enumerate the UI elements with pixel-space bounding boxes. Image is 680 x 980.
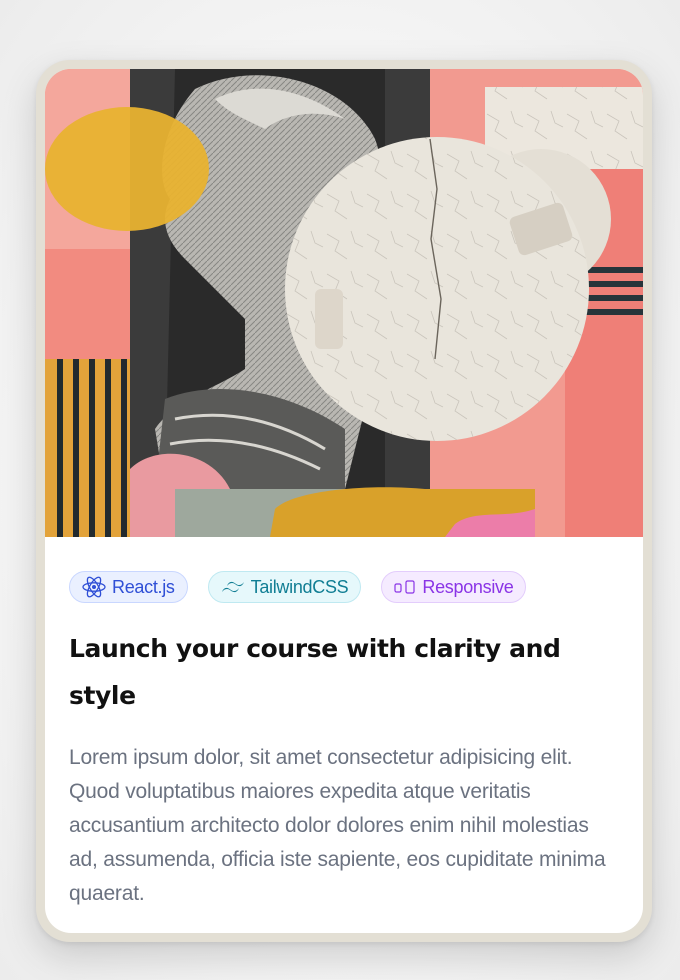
course-card-frame: React.js TailwindCSS Responsive Launch y… — [36, 60, 652, 942]
course-card[interactable]: React.js TailwindCSS Responsive Launch y… — [45, 69, 643, 933]
devices-icon — [394, 580, 415, 594]
tag-responsive-label: Responsive — [422, 576, 514, 597]
tailwind-icon — [221, 581, 244, 593]
card-description: Lorem ipsum dolor, sit amet consectetur … — [69, 746, 606, 905]
tag-tailwind[interactable]: TailwindCSS — [207, 571, 362, 603]
tag-tailwind-label: TailwindCSS — [250, 576, 349, 597]
tag-react[interactable]: React.js — [69, 571, 188, 603]
tag-responsive[interactable]: Responsive — [381, 571, 527, 603]
tag-list: React.js TailwindCSS Responsive — [69, 571, 527, 603]
card-title: Launch your course with clarity and styl… — [69, 634, 561, 710]
tag-react-label: React.js — [112, 576, 175, 597]
react-icon — [82, 576, 106, 598]
hero-collage-image — [45, 69, 643, 537]
